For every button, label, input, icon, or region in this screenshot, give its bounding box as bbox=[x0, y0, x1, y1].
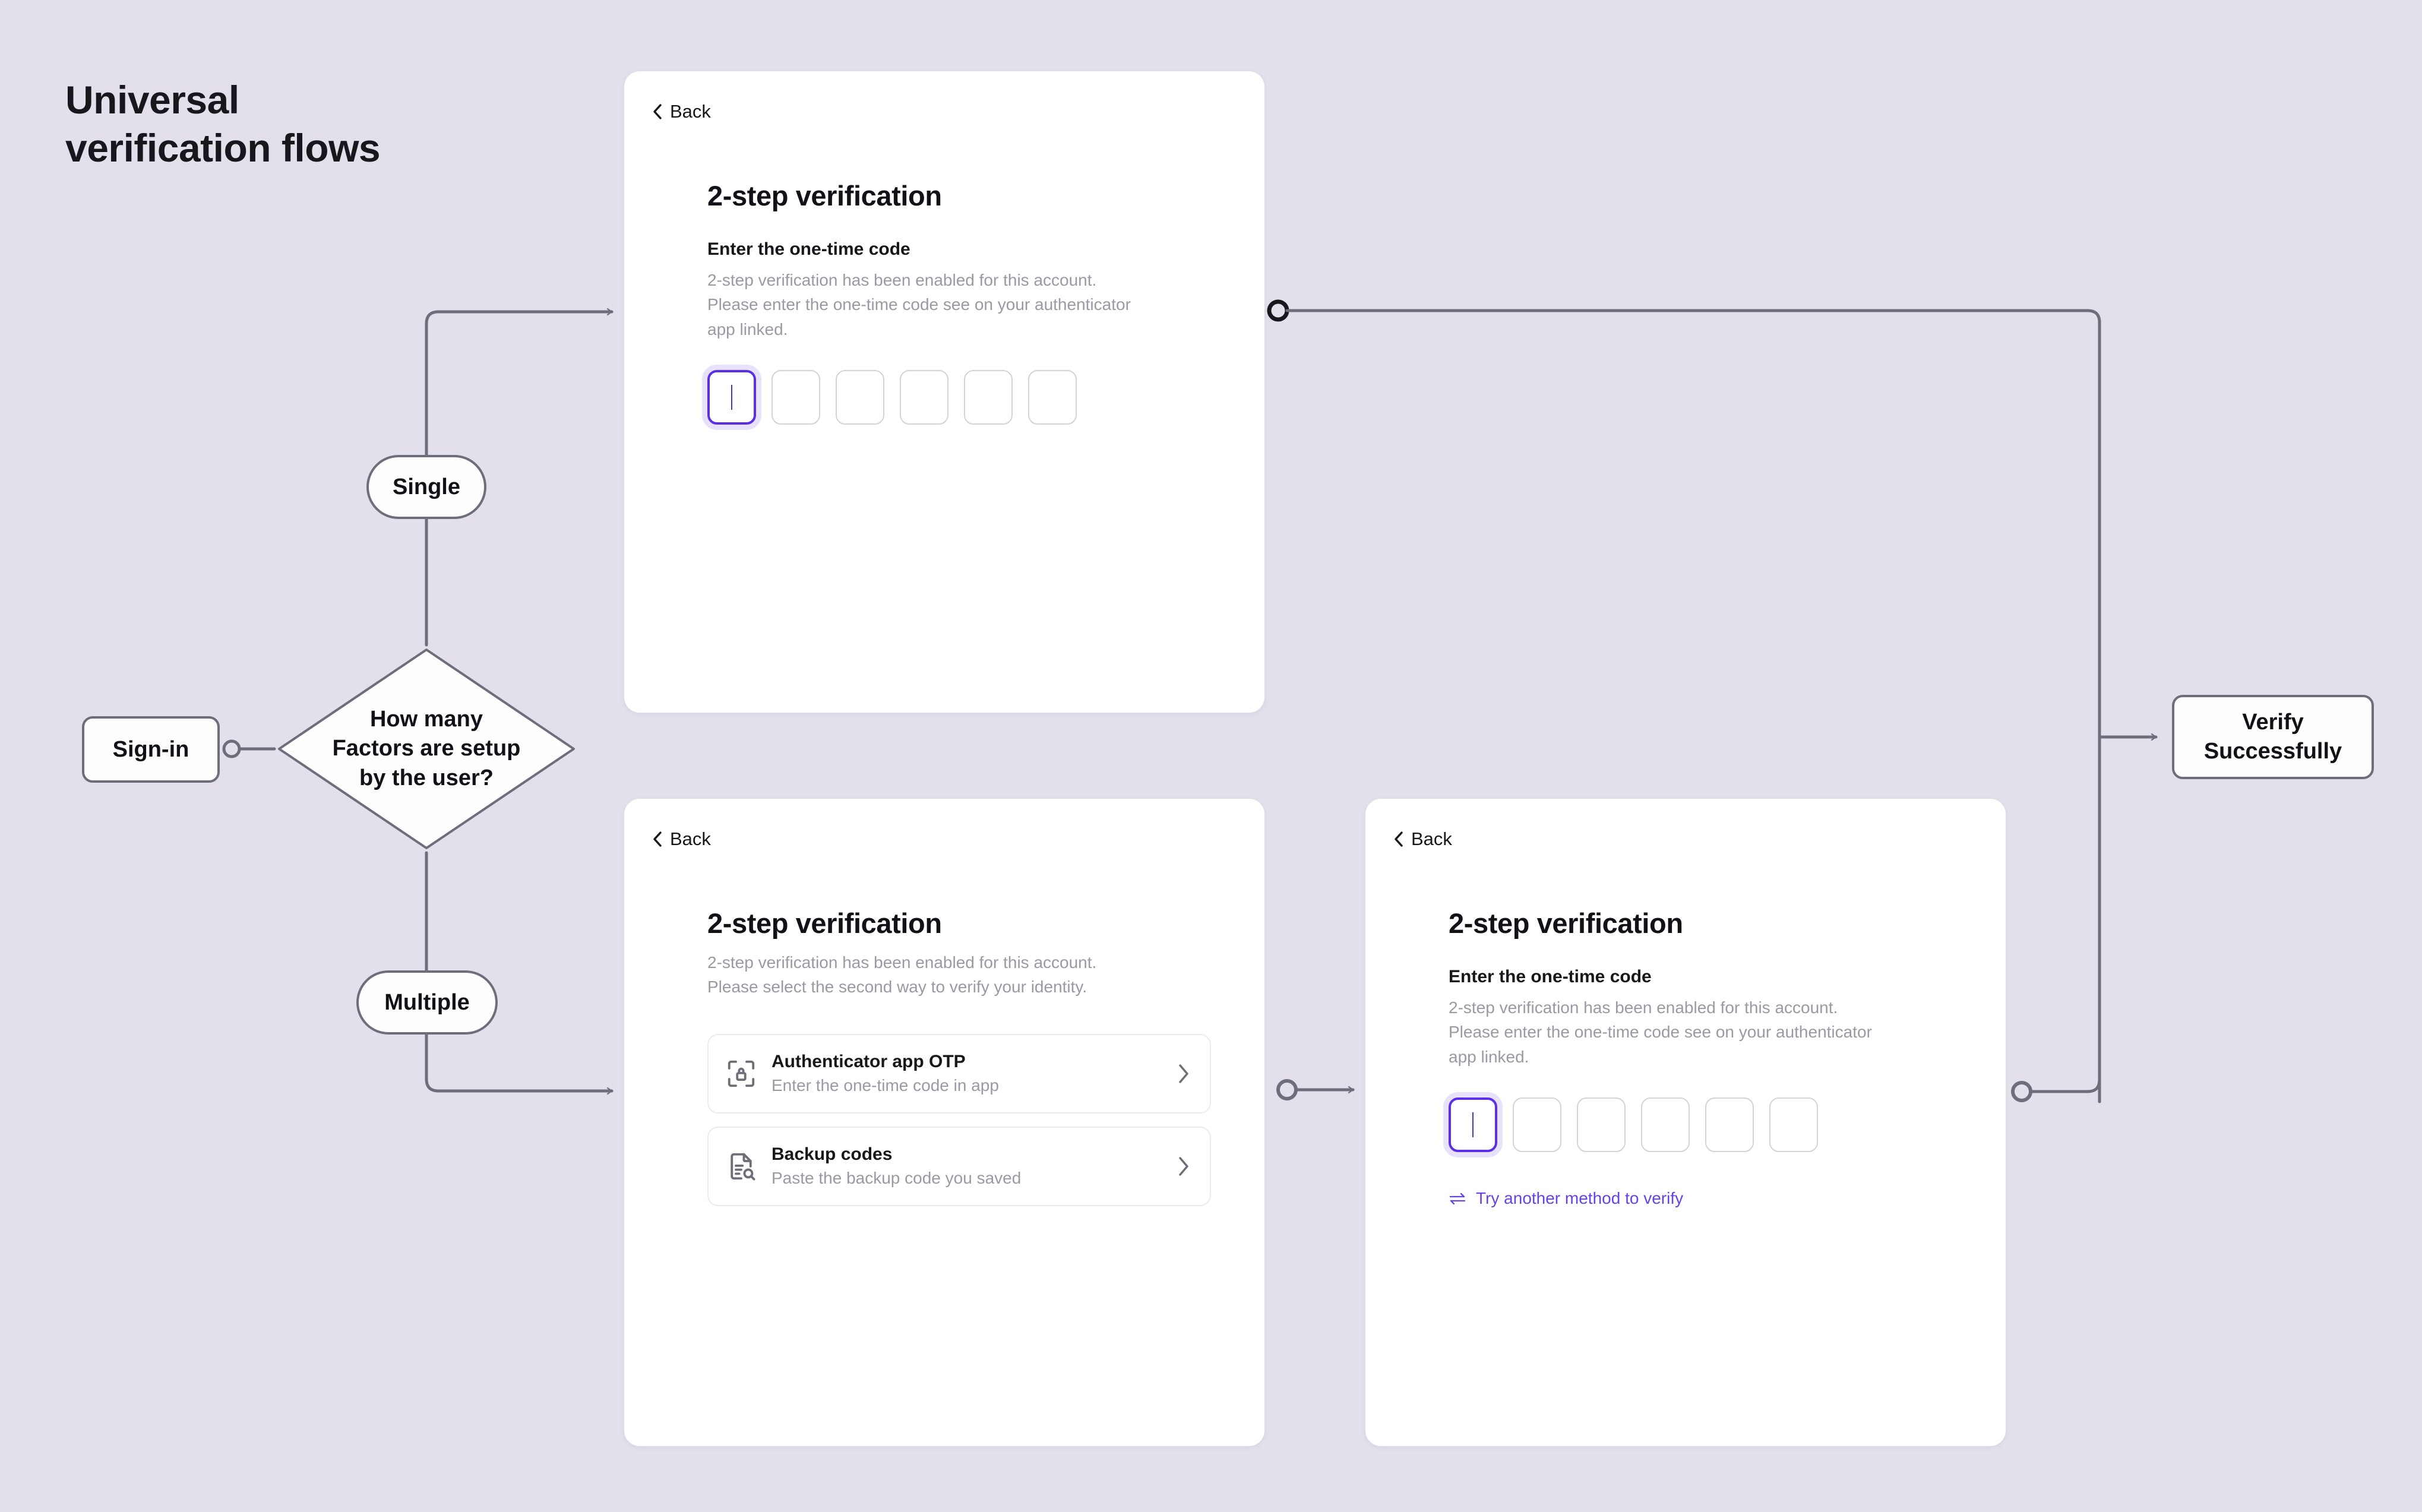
scan-lock-icon bbox=[728, 1060, 755, 1087]
otp-digit-5[interactable] bbox=[964, 370, 1013, 425]
back-button[interactable]: Back bbox=[653, 828, 711, 850]
chevron-right-icon bbox=[1179, 1064, 1188, 1083]
back-button[interactable]: Back bbox=[653, 101, 711, 122]
card-body-text: 2-step verification has been enabled for… bbox=[1449, 998, 1872, 1066]
try-another-method-link[interactable]: Try another method to verify bbox=[1449, 1189, 1952, 1208]
otp-digit-6[interactable] bbox=[1769, 1097, 1818, 1153]
otp-input-group[interactable] bbox=[707, 370, 1211, 425]
back-button[interactable]: Back bbox=[1394, 828, 1452, 850]
screen-card-method-select: Back 2-step verification 2-step verifica… bbox=[624, 799, 1264, 1446]
back-label: Back bbox=[670, 101, 711, 122]
otp-digit-5[interactable] bbox=[1705, 1097, 1754, 1153]
card-body-text: 2-step verification has been enabled for… bbox=[707, 271, 1131, 339]
screen-card-single-factor-otp: Back 2-step verification Enter the one-t… bbox=[624, 71, 1264, 713]
method-row-authenticator-app[interactable]: Authenticator app OTP Enter the one-time… bbox=[707, 1033, 1211, 1114]
try-another-method-label: Try another method to verify bbox=[1476, 1189, 1684, 1208]
text-caret bbox=[1472, 1112, 1474, 1138]
card-title: 2-step verification bbox=[1449, 907, 1683, 939]
card-subheading: Enter the one-time code bbox=[1449, 967, 1652, 986]
otp-input-group[interactable] bbox=[1449, 1097, 1952, 1153]
otp-digit-4[interactable] bbox=[900, 370, 948, 425]
otp-digit-2[interactable] bbox=[1513, 1097, 1561, 1153]
otp-digit-3[interactable] bbox=[1577, 1097, 1626, 1153]
otp-digit-3[interactable] bbox=[836, 370, 884, 425]
method-title: Authenticator app OTP bbox=[772, 1052, 966, 1072]
chevron-left-icon bbox=[653, 104, 662, 119]
flow-node-verify-successfully[interactable]: Verify Successfully bbox=[2172, 695, 2374, 779]
method-row-backup-codes[interactable]: Backup codes Paste the backup code you s… bbox=[707, 1126, 1211, 1206]
flow-node-single[interactable]: Single bbox=[366, 455, 486, 519]
card-title: 2-step verification bbox=[707, 180, 942, 211]
verification-method-list: Authenticator app OTP Enter the one-time… bbox=[707, 1033, 1211, 1206]
chevron-right-icon bbox=[1179, 1157, 1188, 1176]
card-title: 2-step verification bbox=[707, 907, 942, 939]
flow-node-decision[interactable]: How many Factors are setup by the user? bbox=[274, 645, 578, 853]
method-subtitle: Enter the one-time code in app bbox=[772, 1076, 999, 1095]
card-body-text: 2-step verification has been enabled for… bbox=[707, 953, 1097, 997]
otp-digit-1[interactable] bbox=[707, 370, 756, 425]
screen-card-multi-factor-otp: Back 2-step verification Enter the one-t… bbox=[1365, 799, 2006, 1446]
flow-node-sign-in[interactable]: Sign-in bbox=[82, 716, 220, 783]
otp-digit-4[interactable] bbox=[1641, 1097, 1690, 1153]
method-title: Backup codes bbox=[772, 1144, 893, 1165]
text-caret bbox=[731, 385, 732, 410]
card-subheading: Enter the one-time code bbox=[707, 239, 910, 259]
chevron-left-icon bbox=[1395, 831, 1403, 847]
back-label: Back bbox=[1411, 828, 1452, 849]
single-label: Single bbox=[392, 474, 461, 499]
otp-digit-1[interactable] bbox=[1449, 1097, 1497, 1153]
chevron-left-icon bbox=[653, 831, 662, 847]
method-subtitle: Paste the backup code you saved bbox=[772, 1169, 1022, 1188]
back-label: Back bbox=[670, 828, 711, 849]
decision-label: How many Factors are setup by the user? bbox=[332, 706, 521, 790]
swap-arrows-icon bbox=[1449, 1193, 1466, 1205]
flow-canvas: Universal verification flows Sign-in How… bbox=[0, 0, 2422, 1512]
otp-digit-2[interactable] bbox=[772, 370, 820, 425]
sign-in-label: Sign-in bbox=[112, 736, 189, 762]
flow-node-multiple[interactable]: Multiple bbox=[356, 970, 498, 1035]
multiple-label: Multiple bbox=[384, 989, 470, 1015]
verify-successfully-label: Verify Successfully bbox=[2203, 710, 2342, 764]
file-search-icon bbox=[731, 1153, 755, 1181]
otp-digit-6[interactable] bbox=[1028, 370, 1077, 425]
